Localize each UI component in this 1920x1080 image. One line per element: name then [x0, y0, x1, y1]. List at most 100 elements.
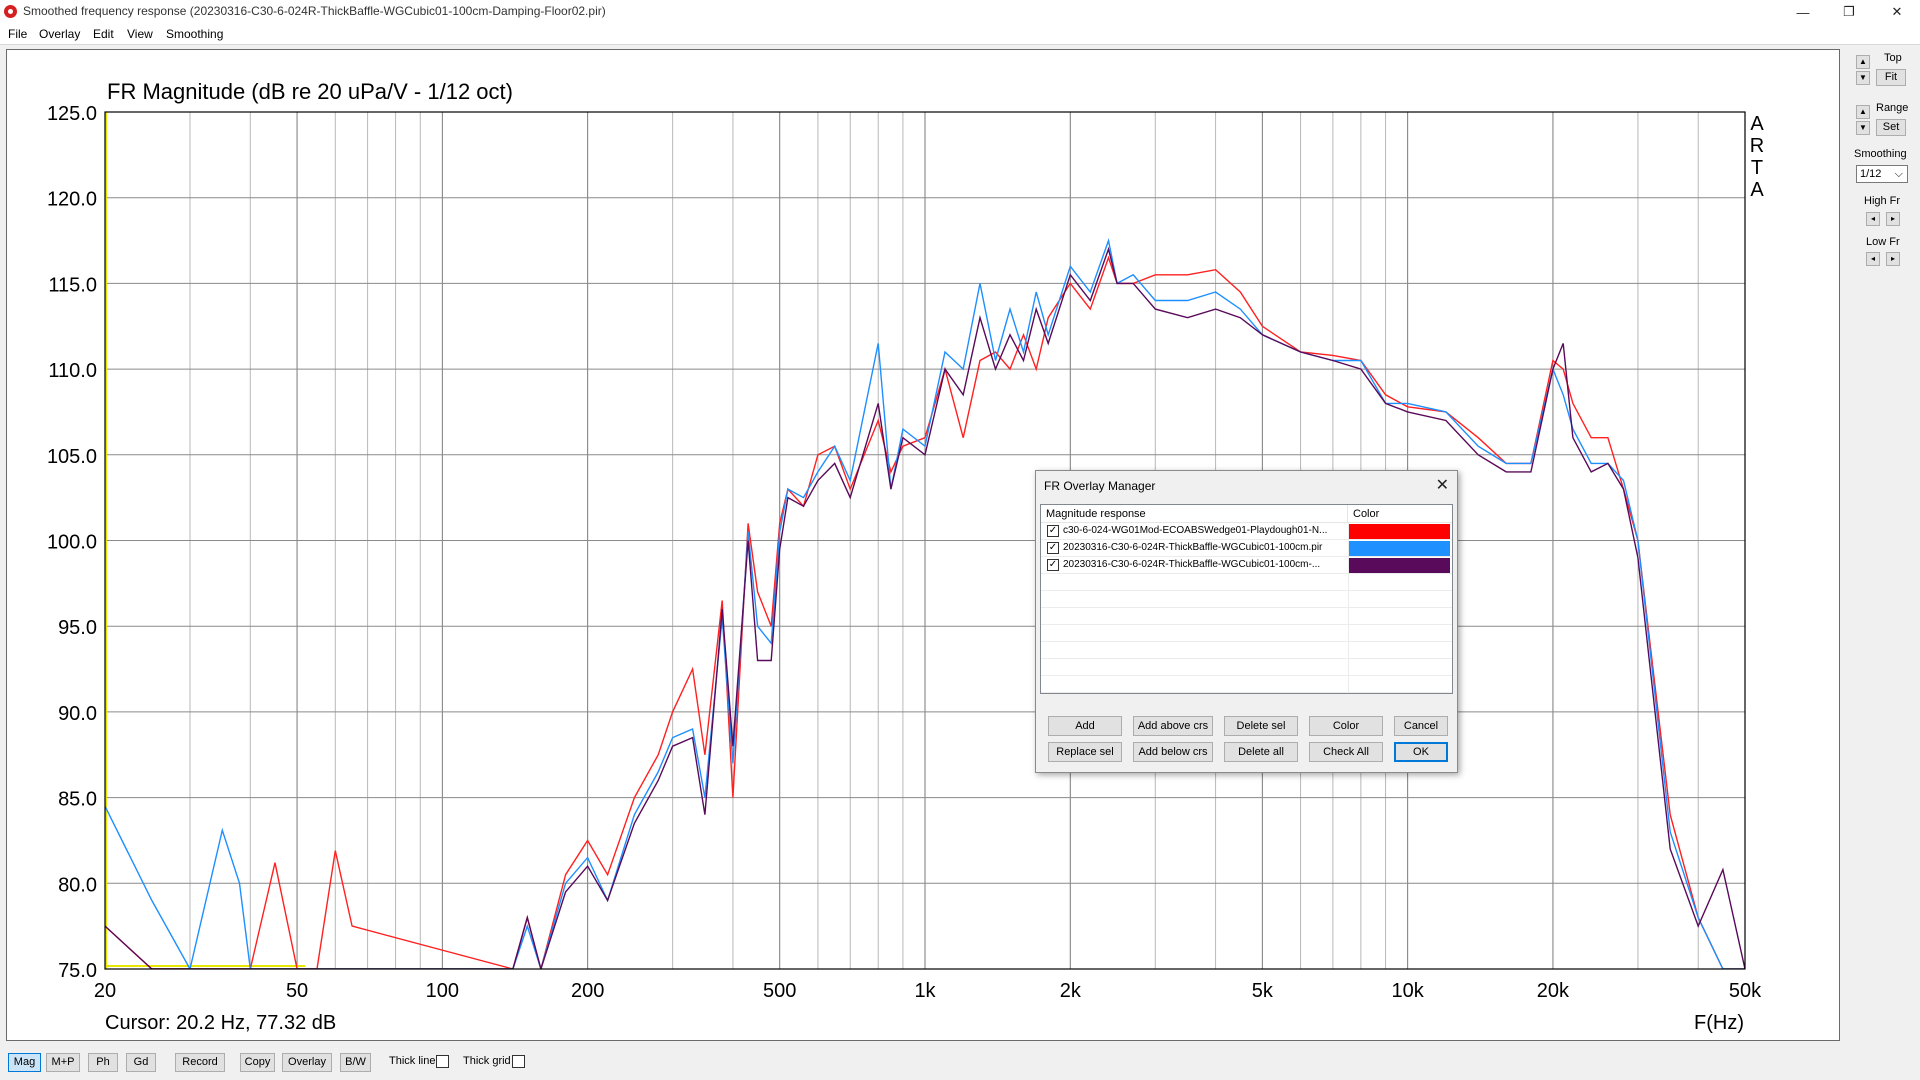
overlay-row-empty	[1041, 574, 1452, 591]
dialog-close-icon[interactable]: ✕	[1436, 475, 1449, 495]
overlay-row-name: c30-6-024-WG01Mod-ECOABSWedge01-Playdoug…	[1063, 525, 1328, 536]
y-tick-label: 120.0	[47, 189, 97, 211]
overlay-row-checkbox[interactable]: ✓	[1047, 525, 1059, 537]
chevron-down-icon: ⌵	[1894, 168, 1903, 180]
overlay-row-checkbox[interactable]: ✓	[1047, 542, 1059, 554]
add-above-crs-button[interactable]: Add above crs	[1133, 716, 1213, 736]
overlay-row-color-swatch[interactable]	[1348, 524, 1450, 539]
menu-file[interactable]: File	[8, 27, 27, 41]
overlay-row-color-swatch[interactable]	[1348, 541, 1450, 556]
column-divider	[1348, 523, 1349, 693]
color-button[interactable]: Color	[1309, 716, 1383, 736]
close-icon[interactable]: ✕	[1874, 0, 1920, 24]
range-up-button[interactable]: ▲	[1856, 105, 1870, 119]
delete-all-button[interactable]: Delete all	[1224, 742, 1298, 762]
arta-watermark-letter: R	[1750, 135, 1764, 157]
restore-icon[interactable]: ❐	[1826, 0, 1872, 24]
title-bar: Smoothed frequency response (20230316-C3…	[0, 0, 1920, 24]
y-tick-label: 105.0	[47, 446, 97, 468]
overlay-row-checkbox[interactable]: ✓	[1047, 559, 1059, 571]
overlay-row-color-swatch[interactable]	[1348, 558, 1450, 573]
top-down-button[interactable]: ▼	[1856, 71, 1870, 85]
low-fr-label: Low Fr	[1866, 236, 1900, 248]
top-up-button[interactable]: ▲	[1856, 55, 1870, 69]
x-tick-label: 20k	[1537, 980, 1570, 1002]
add-below-crs-button[interactable]: Add below crs	[1133, 742, 1213, 762]
range-down-button[interactable]: ▼	[1856, 121, 1870, 135]
menu-smoothing[interactable]: Smoothing	[166, 27, 223, 41]
high-fr-right-button[interactable]: ▸	[1886, 212, 1900, 226]
add-button[interactable]: Add	[1048, 716, 1122, 736]
overlay-row-name: 20230316-C30-6-024R-ThickBaffle-WGCubic0…	[1063, 559, 1321, 570]
low-fr-right-button[interactable]: ▸	[1886, 252, 1900, 266]
smoothing-label: Smoothing	[1854, 148, 1907, 160]
thick-line-label: Thick line	[389, 1055, 436, 1067]
replace-sel-button[interactable]: Replace sel	[1048, 742, 1122, 762]
arta-watermark-letter: A	[1750, 113, 1764, 135]
delete-sel-button[interactable]: Delete sel	[1224, 716, 1298, 736]
cancel-button[interactable]: Cancel	[1394, 716, 1448, 736]
overlay-row-empty	[1041, 642, 1452, 659]
x-tick-label: 100	[426, 980, 459, 1002]
check-all-button[interactable]: Check All	[1309, 742, 1383, 762]
arta-app-icon	[4, 5, 17, 18]
x-tick-label: 5k	[1252, 980, 1274, 1002]
x-tick-label: 20	[94, 980, 116, 1002]
x-tick-label: 1k	[914, 980, 936, 1002]
range-label: Range	[1876, 102, 1909, 114]
menu-edit[interactable]: Edit	[93, 27, 114, 41]
overlay-row[interactable]: ✓ 20230316-C30-6-024R-ThickBaffle-WGCubic…	[1041, 540, 1452, 557]
group-delay-button[interactable]: Gd	[126, 1053, 156, 1072]
x-tick-label: 50k	[1729, 980, 1762, 1002]
low-fr-left-button[interactable]: ◂	[1866, 252, 1880, 266]
menu-view[interactable]: View	[127, 27, 153, 41]
bottom-toolbar: Mag M+P Ph Gd Record Copy Overlay B/W Th…	[0, 1043, 1920, 1080]
window-title: Smoothed frequency response (20230316-C3…	[23, 4, 606, 18]
overlay-row-empty	[1041, 659, 1452, 676]
overlay-button[interactable]: Overlay	[282, 1053, 332, 1072]
smoothing-value: 1/12	[1860, 168, 1882, 180]
y-tick-label: 85.0	[58, 789, 97, 811]
chart-title: FR Magnitude (dB re 20 uPa/V - 1/12 oct)	[107, 79, 513, 104]
bw-button[interactable]: B/W	[340, 1053, 371, 1072]
record-button[interactable]: Record	[175, 1053, 225, 1072]
x-tick-label: 200	[571, 980, 604, 1002]
arta-watermark-letter: A	[1750, 179, 1764, 201]
y-tick-label: 115.0	[48, 274, 97, 296]
copy-button[interactable]: Copy	[240, 1053, 275, 1072]
plot-area[interactable]: 75.0 80.0 85.0 90.0 95.0 100.0 105.0 110.0 115.0…	[6, 49, 1840, 1041]
phase-button[interactable]: Ph	[88, 1053, 118, 1072]
thick-line-checkbox[interactable]	[436, 1055, 449, 1068]
y-tick-label: 95.0	[58, 617, 97, 639]
x-tick-label: 50	[286, 980, 308, 1002]
set-button[interactable]: Set	[1876, 119, 1906, 136]
top-label: Top	[1884, 52, 1902, 64]
menu-bar: File Overlay Edit View Smoothing	[0, 24, 1920, 45]
y-tick-label: 100.0	[47, 532, 97, 554]
arta-watermark-letter: T	[1751, 157, 1763, 179]
column-header-color[interactable]: Color	[1348, 505, 1452, 523]
minimize-icon[interactable]: —	[1780, 0, 1826, 24]
overlay-row[interactable]: ✓ 20230316-C30-6-024R-ThickBaffle-WGCubic…	[1041, 557, 1452, 574]
y-tick-label: 75.0	[58, 960, 97, 982]
overlay-row[interactable]: ✓ c30-6-024-WG01Mod-ECOABSWedge01-Playdou…	[1041, 523, 1452, 540]
mag-button[interactable]: Mag	[8, 1053, 41, 1072]
smoothing-select[interactable]: 1/12 ⌵	[1856, 165, 1908, 183]
mag-phase-button[interactable]: M+P	[46, 1053, 80, 1072]
y-tick-label: 90.0	[58, 703, 97, 725]
menu-overlay[interactable]: Overlay	[39, 27, 80, 41]
thick-grid-checkbox[interactable]	[512, 1055, 525, 1068]
overlay-row-empty	[1041, 608, 1452, 625]
x-tick-label: 2k	[1060, 980, 1082, 1002]
ok-button[interactable]: OK	[1394, 742, 1448, 762]
overlay-list[interactable]: Magnitude response Color ✓ c30-6-024-WG01…	[1040, 504, 1453, 694]
column-header-magnitude[interactable]: Magnitude response	[1041, 505, 1348, 523]
y-tick-label: 80.0	[58, 874, 97, 896]
cursor-readout: Cursor: 20.2 Hz, 77.32 dB	[105, 1012, 336, 1034]
fr-overlay-manager-dialog: FR Overlay Manager ✕ Magnitude response …	[1035, 470, 1458, 773]
frequency-response-chart[interactable]: 75.0 80.0 85.0 90.0 95.0 100.0 105.0 110.0 115.0…	[7, 50, 1839, 1040]
fit-button[interactable]: Fit	[1876, 69, 1906, 86]
high-fr-left-button[interactable]: ◂	[1866, 212, 1880, 226]
x-axis-unit: F(Hz)	[1694, 1012, 1744, 1034]
x-tick-label: 500	[763, 980, 796, 1002]
